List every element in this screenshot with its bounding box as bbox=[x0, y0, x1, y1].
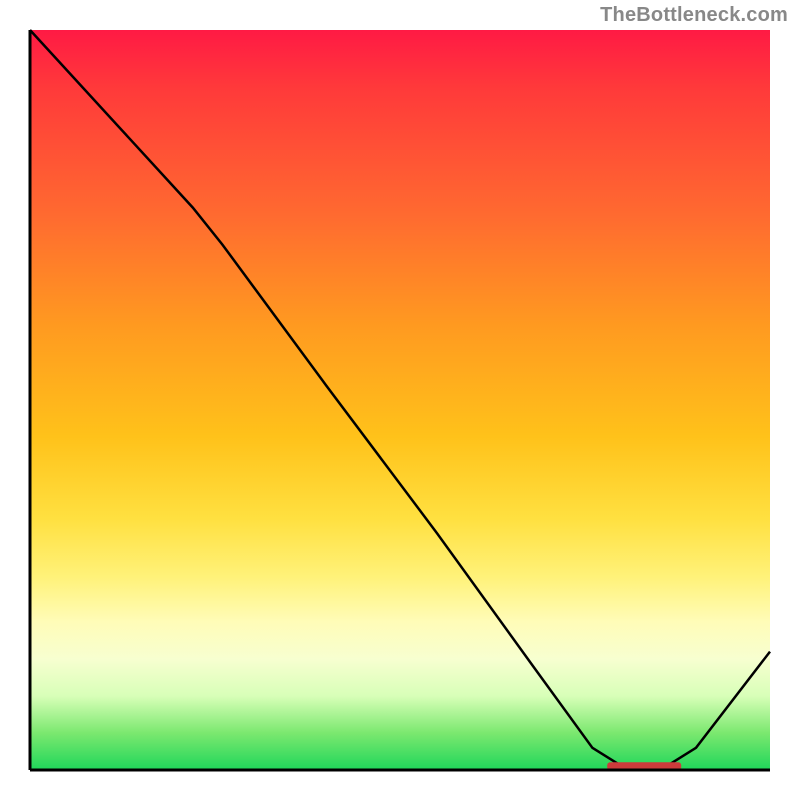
chart-svg bbox=[30, 30, 770, 770]
attribution-text: TheBottleneck.com bbox=[600, 4, 788, 27]
bottleneck-chart: TheBottleneck.com bbox=[0, 0, 800, 800]
bottleneck-curve bbox=[30, 30, 770, 766]
